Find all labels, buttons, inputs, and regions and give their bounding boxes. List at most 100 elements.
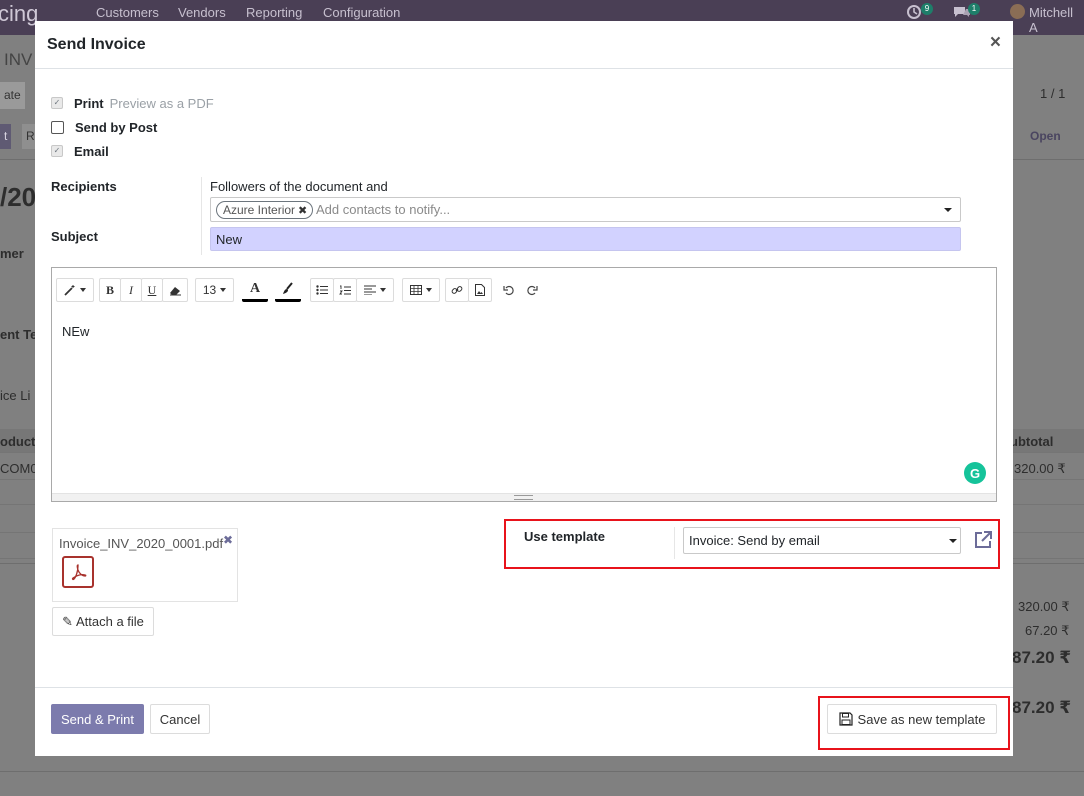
text-color-glyph: A (249, 280, 261, 296)
bg-col-subtotal: ubtotal (1010, 434, 1054, 449)
bg-terms-label: ent Te (0, 327, 38, 342)
bg-customer-label: mer (0, 246, 24, 261)
menu-customers[interactable]: Customers (96, 5, 159, 20)
link-icon (451, 286, 463, 294)
bg-doc-title: /20 (0, 182, 37, 212)
remove-tag-icon[interactable]: ✖ (298, 204, 307, 217)
email-body-text[interactable]: NEw (62, 324, 89, 339)
print-checkbox[interactable] (51, 97, 63, 109)
remove-attachment-icon[interactable]: ✖ (223, 533, 233, 547)
image-button[interactable] (468, 278, 492, 302)
undo-icon (503, 285, 514, 296)
underline-button[interactable]: U (141, 278, 163, 302)
numbered-list-button[interactable] (333, 278, 357, 302)
magic-wand-icon (64, 285, 75, 296)
grammarly-icon[interactable]: G (964, 462, 986, 484)
user-name[interactable]: Mitchell A (1029, 5, 1084, 35)
image-icon (475, 284, 485, 296)
bg-row-subtotal: 320.00 ₹ (1014, 461, 1066, 476)
subject-label: Subject (51, 229, 98, 244)
user-avatar[interactable] (1010, 4, 1025, 19)
eraser-icon (169, 286, 181, 295)
use-template-label: Use template (524, 529, 605, 544)
email-option: Email (51, 142, 109, 160)
recipients-input[interactable]: Azure Interior ✖ Add contacts to notify.… (210, 197, 961, 222)
bg-row-product: COM0 (0, 461, 38, 476)
link-button[interactable] (445, 278, 469, 302)
post-option: Send by Post (51, 118, 157, 136)
message-count-badge: 1 (968, 3, 980, 15)
eraser-button[interactable] (162, 278, 188, 302)
menu-configuration[interactable]: Configuration (323, 5, 400, 20)
style-dropdown[interactable] (56, 278, 94, 302)
bg-action-button: ate (0, 82, 25, 109)
bg-total: 87.20 ₹ (1012, 648, 1072, 667)
activity-icon[interactable] (906, 4, 922, 20)
numbered-list-icon (339, 285, 351, 294)
app-brand: cing (0, 1, 39, 26)
send-by-post-checkbox[interactable] (51, 120, 64, 134)
recipient-tag-label: Azure Interior (223, 203, 296, 217)
floppy-disk-icon (838, 712, 853, 726)
recipients-placeholder: Add contacts to notify... (316, 202, 451, 217)
pdf-file-icon[interactable] (62, 556, 94, 588)
subject-input[interactable]: New (210, 227, 961, 251)
editor-toolbar: B I U 13 A (52, 268, 996, 312)
italic-button[interactable]: I (120, 278, 142, 302)
align-dropdown[interactable] (356, 278, 394, 302)
close-icon[interactable]: × (990, 33, 1001, 52)
chevron-down-icon[interactable] (944, 208, 952, 212)
send-invoice-dialog: Send Invoice × Print Preview as a PDF Se… (35, 21, 1013, 756)
dialog-title: Send Invoice (47, 36, 146, 53)
bg-status: Open (1030, 129, 1061, 143)
print-hint: Preview as a PDF (109, 95, 214, 111)
template-select[interactable]: Invoice: Send by email (683, 527, 961, 554)
menu-reporting[interactable]: Reporting (246, 5, 302, 20)
attach-file-button[interactable]: ✎ Attach a file (52, 607, 154, 636)
bg-tab-label: ice Li (0, 388, 31, 403)
email-body-editor[interactable]: B I U 13 A NEw G (51, 267, 997, 502)
redo-icon (527, 285, 538, 296)
align-left-icon (364, 285, 376, 295)
editor-resize-handle[interactable] (52, 493, 996, 501)
recipient-tag[interactable]: Azure Interior ✖ (216, 201, 314, 219)
table-dropdown[interactable] (402, 278, 440, 302)
external-link-icon[interactable] (973, 530, 993, 550)
save-as-new-template-label: Save as new template (857, 711, 986, 727)
activity-count-badge: 9 (921, 3, 933, 15)
bg-amount-due: 87.20 ₹ (1012, 698, 1072, 717)
recipients-note: Followers of the document and (210, 179, 388, 194)
redo-button[interactable] (523, 278, 541, 302)
paperclip-icon: ✎ (62, 613, 73, 629)
font-size-dropdown[interactable]: 13 (195, 278, 234, 302)
undo-button[interactable] (500, 278, 518, 302)
chevron-down-icon[interactable] (949, 539, 957, 543)
bullet-list-icon (316, 285, 328, 295)
table-icon (410, 285, 422, 295)
bg-breadcrumb: INV (4, 50, 33, 69)
dialog-header: Send Invoice × (35, 21, 1013, 69)
bg-col-product: oduct (0, 434, 36, 449)
highlight-color-button[interactable] (275, 278, 301, 302)
save-as-new-template-button[interactable]: Save as new template (827, 704, 997, 734)
bg-pager: 1 / 1 (1040, 86, 1066, 101)
recipients-label: Recipients (51, 179, 117, 194)
dialog-footer: Send & Print Cancel Save as new template (35, 687, 1013, 756)
text-color-button[interactable]: A (242, 278, 268, 302)
send-by-post-label: Send by Post (75, 119, 158, 135)
template-select-value: Invoice: Send by email (689, 533, 820, 548)
bullet-list-button[interactable] (310, 278, 334, 302)
bold-button[interactable]: B (99, 278, 121, 302)
email-checkbox[interactable] (51, 145, 63, 157)
print-option: Print Preview as a PDF (51, 94, 214, 112)
print-label: Print (74, 95, 104, 111)
menu-vendors[interactable]: Vendors (178, 5, 226, 20)
send-print-button[interactable]: Send & Print (51, 704, 144, 734)
attachment-card: Invoice_INV_2020_0001.pdf ✖ (52, 528, 238, 602)
bg-stage-button-1: t (0, 124, 12, 149)
attachment-filename[interactable]: Invoice_INV_2020_0001.pdf (59, 536, 223, 551)
bg-untaxed: 320.00 ₹ (1018, 599, 1070, 614)
email-label: Email (74, 143, 109, 159)
cancel-button[interactable]: Cancel (150, 704, 210, 734)
bg-tax: 67.20 ₹ (1025, 623, 1070, 638)
